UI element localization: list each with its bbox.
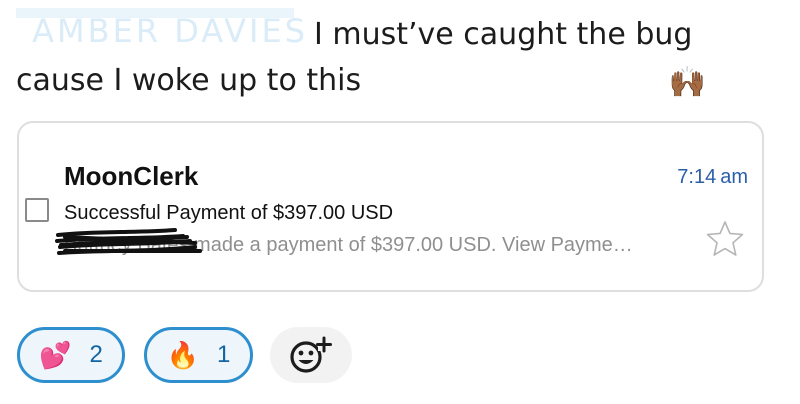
email-subject: Successful Payment of $397.00 USD bbox=[64, 202, 394, 224]
redaction-scribble bbox=[55, 228, 202, 255]
raised-hands-emoji: 🙌🏾 bbox=[668, 65, 706, 100]
email-select-checkbox bbox=[25, 198, 49, 222]
reaction-count: 2 bbox=[89, 341, 103, 368]
star-icon bbox=[706, 221, 744, 256]
fire-icon: 🔥 bbox=[166, 340, 199, 370]
reaction-two-hearts[interactable]: 💕 2 bbox=[17, 327, 125, 383]
reaction-count: 1 bbox=[217, 341, 231, 368]
email-screenshot: MoonClerk 7:14 am Successful Payment of … bbox=[17, 121, 764, 292]
message-text-block: I must’ve caught the bug cause I woke up… bbox=[16, 12, 786, 104]
email-time: 7:14 am bbox=[677, 166, 748, 188]
reaction-fire[interactable]: 🔥 1 bbox=[144, 327, 253, 383]
email-sender: MoonClerk bbox=[64, 161, 199, 191]
add-reaction-icon bbox=[290, 336, 332, 373]
add-reaction-button[interactable] bbox=[270, 327, 352, 383]
two-hearts-icon: 💕 bbox=[39, 340, 72, 370]
